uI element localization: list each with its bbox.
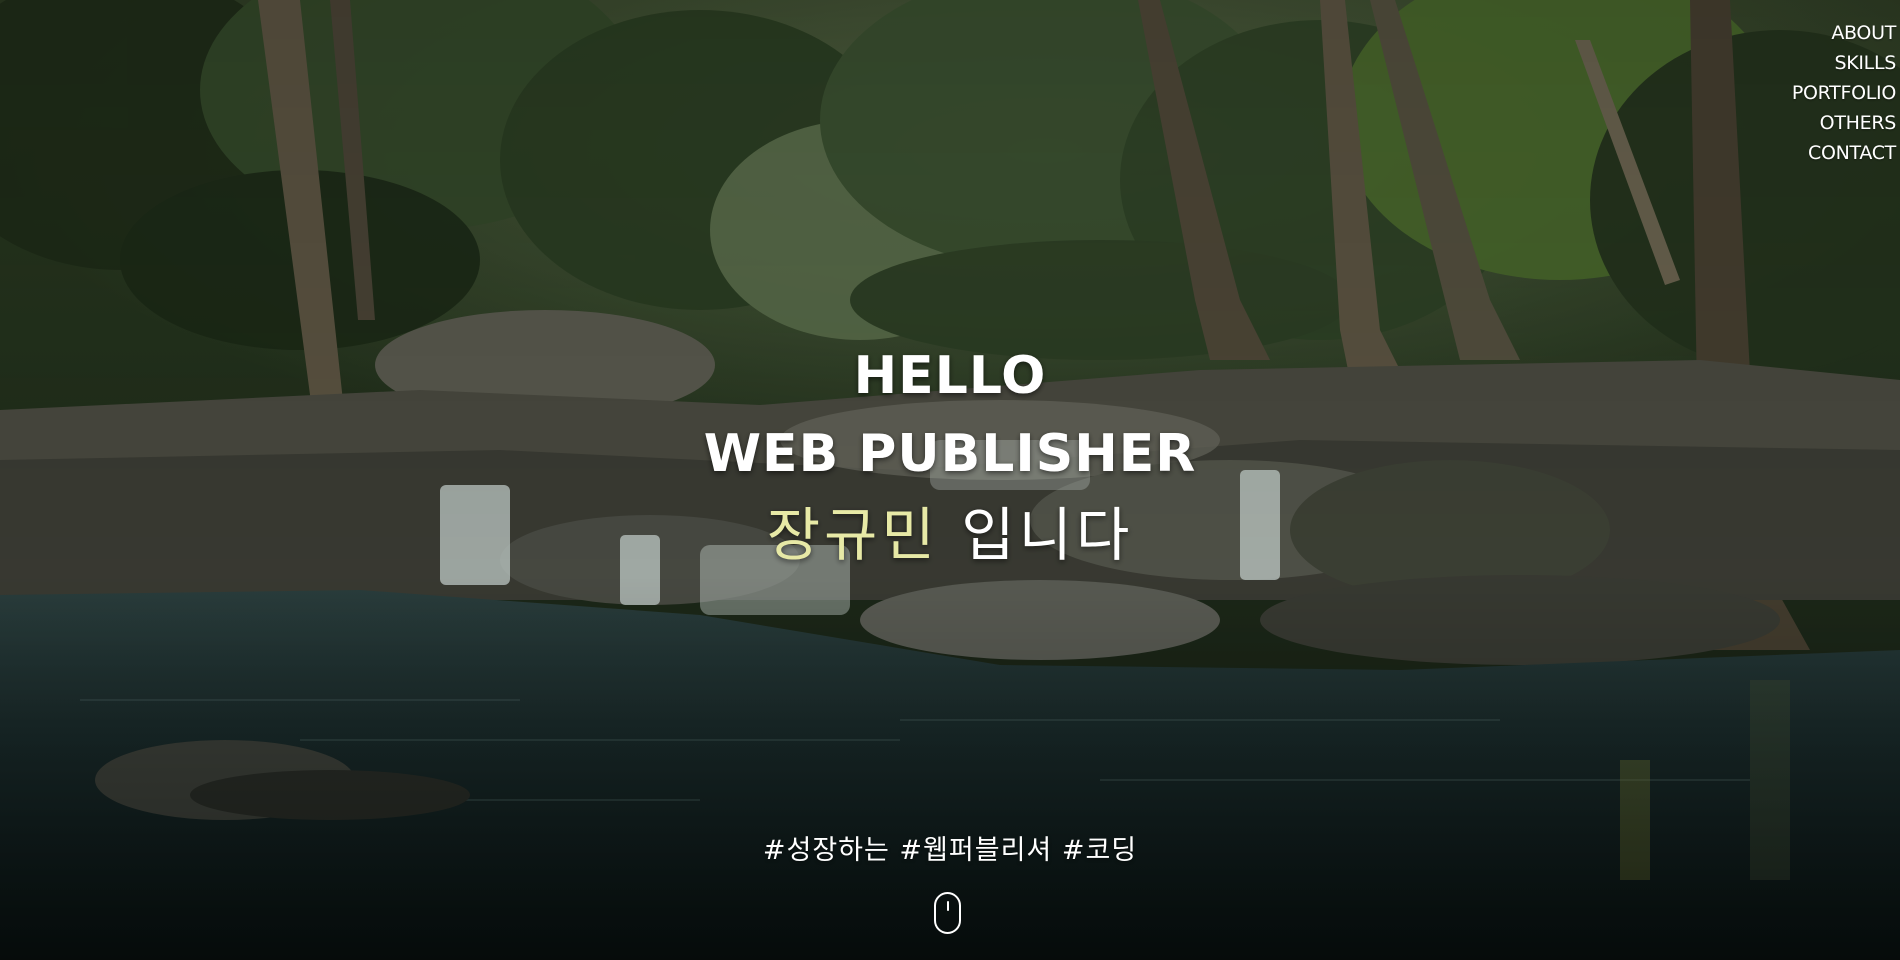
main-nav: ABOUT SKILLS PORTFOLIO OTHERS CONTACT	[1792, 18, 1896, 168]
hero-role: WEB PUBLISHER	[703, 424, 1197, 484]
nav-item-others[interactable]: OTHERS	[1792, 108, 1897, 138]
hero-section: ABOUT SKILLS PORTFOLIO OTHERS CONTACT HE…	[0, 0, 1900, 960]
mouse-wheel-indicator	[947, 901, 949, 911]
mouse-scroll-icon[interactable]	[934, 892, 961, 934]
nav-item-portfolio[interactable]: PORTFOLIO	[1792, 78, 1896, 108]
hero-greeting: HELLO	[853, 346, 1047, 406]
hero-name-suffix: 입니다	[938, 501, 1134, 569]
nav-item-contact[interactable]: CONTACT	[1792, 138, 1896, 168]
nav-item-about[interactable]: ABOUT	[1792, 18, 1896, 48]
hero-name: 장규민	[766, 501, 939, 569]
nav-item-skills[interactable]: SKILLS	[1792, 48, 1896, 78]
hashtag-tagline: #성장하는 #웹퍼블리셔 #코딩	[762, 835, 1138, 866]
hero-introduction: 장규민 입니다	[0, 493, 1900, 577]
hero-heading: HELLO WEB PUBLISHER 장규민 입니다	[0, 337, 1900, 577]
